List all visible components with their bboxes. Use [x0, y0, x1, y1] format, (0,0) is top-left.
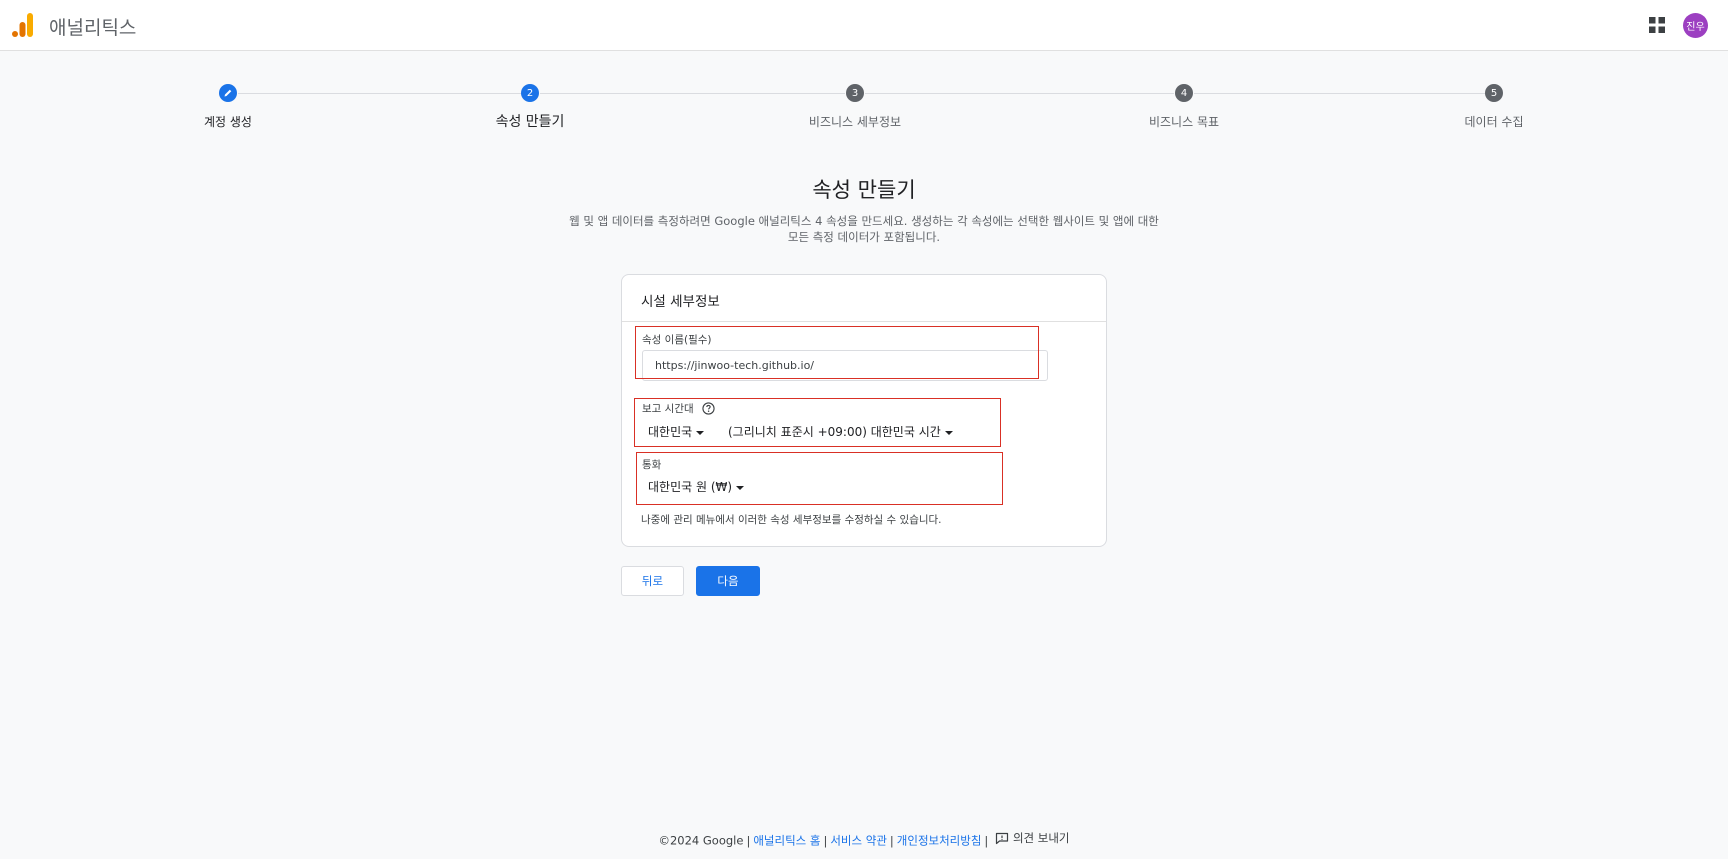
page-description-line: 웹 및 앱 데이터를 측정하려면 Google 애널리틱스 4 속성을 만드세요…	[569, 214, 1159, 228]
step-number: 2	[521, 84, 539, 102]
footer-link-terms[interactable]: 서비스 약관	[830, 834, 887, 848]
send-feedback-link[interactable]: 의견 보내기	[995, 830, 1070, 846]
page-title: 속성 만들기	[812, 178, 916, 202]
avatar[interactable]: 진우	[1683, 13, 1708, 38]
footer-link-analytics-home[interactable]: 애널리틱스 홈	[753, 834, 820, 848]
chevron-down-icon	[944, 430, 953, 435]
grid-apps-icon[interactable]	[1648, 16, 1666, 34]
reporting-timezone-label: 보고 시간대	[642, 403, 694, 415]
step-done-indicator	[219, 84, 237, 102]
footer-separator: |	[889, 833, 894, 848]
footer: ©2024 Google | 애널리틱스 홈 | 서비스 약관 | 개인정보처리방침 | 의견…	[0, 830, 1728, 849]
step-label: 계정 생성	[204, 115, 252, 129]
footer-link-privacy[interactable]: 개인정보처리방침	[897, 834, 982, 848]
page-description-line: 모든 측정 데이터가 포함됩니다.	[787, 230, 941, 244]
copyright: ©2024 Google	[658, 833, 744, 848]
property-details-card: 시설 세부정보 속성 이름(필수) 보고 시간대 대한민국 (그리니치 표준시 …	[621, 274, 1107, 547]
app-title[interactable]: 애널리틱스	[49, 13, 136, 40]
step-business-details[interactable]: 3 비즈니스 세부정보	[755, 84, 955, 130]
help-circle-icon[interactable]	[702, 402, 715, 415]
step-account-creation[interactable]: 계정 생성	[128, 84, 328, 130]
back-button[interactable]: 뒤로	[621, 566, 684, 596]
country-value: 대한민국	[648, 425, 693, 439]
next-button[interactable]: 다음	[696, 566, 760, 596]
footer-separator: |	[746, 833, 751, 848]
currency-dropdown[interactable]: 대한민국 원 (₩)	[648, 478, 745, 495]
edit-later-hint: 나중에 관리 메뉴에서 이러한 속성 세부정보를 수정하실 수 있습니다.	[641, 514, 942, 526]
property-name-label: 속성 이름(필수)	[642, 334, 712, 346]
analytics-logo-icon[interactable]	[12, 13, 34, 37]
footer-separator: |	[984, 833, 989, 848]
property-name-input[interactable]	[642, 350, 1048, 381]
card-header: 시설 세부정보	[622, 275, 1106, 322]
timezone-value: (그리니치 표준시 +09:00) 대한민국 시간	[728, 425, 941, 439]
page-description: 웹 및 앱 데이터를 측정하려면 Google 애널리틱스 4 속성을 만드세요…	[539, 213, 1189, 245]
step-data-collection[interactable]: 5 데이터 수집	[1394, 84, 1594, 130]
step-create-property[interactable]: 2 속성 만들기	[430, 84, 630, 131]
chevron-down-icon	[736, 485, 745, 490]
step-label: 속성 만들기	[495, 114, 565, 130]
timezone-dropdown[interactable]: (그리니치 표준시 +09:00) 대한민국 시간	[728, 423, 953, 440]
step-number: 4	[1175, 84, 1193, 102]
footer-separator: |	[823, 833, 828, 848]
step-label: 데이터 수집	[1464, 115, 1524, 129]
feedback-label: 의견 보내기	[1012, 831, 1070, 845]
step-label: 비즈니스 목표	[1148, 115, 1220, 129]
top-app-bar: 애널리틱스 진우	[0, 0, 1728, 51]
feedback-icon	[995, 832, 1009, 844]
edit-pencil-icon	[224, 89, 232, 97]
currency-label: 통화	[642, 459, 662, 471]
step-number: 5	[1485, 84, 1503, 102]
step-number: 3	[846, 84, 864, 102]
currency-value: 대한민국 원 (₩)	[648, 480, 733, 494]
step-business-objectives[interactable]: 4 비즈니스 목표	[1084, 84, 1284, 130]
chevron-down-icon	[696, 430, 705, 435]
country-dropdown[interactable]: 대한민국	[648, 423, 705, 440]
step-label: 비즈니스 세부정보	[808, 115, 902, 129]
